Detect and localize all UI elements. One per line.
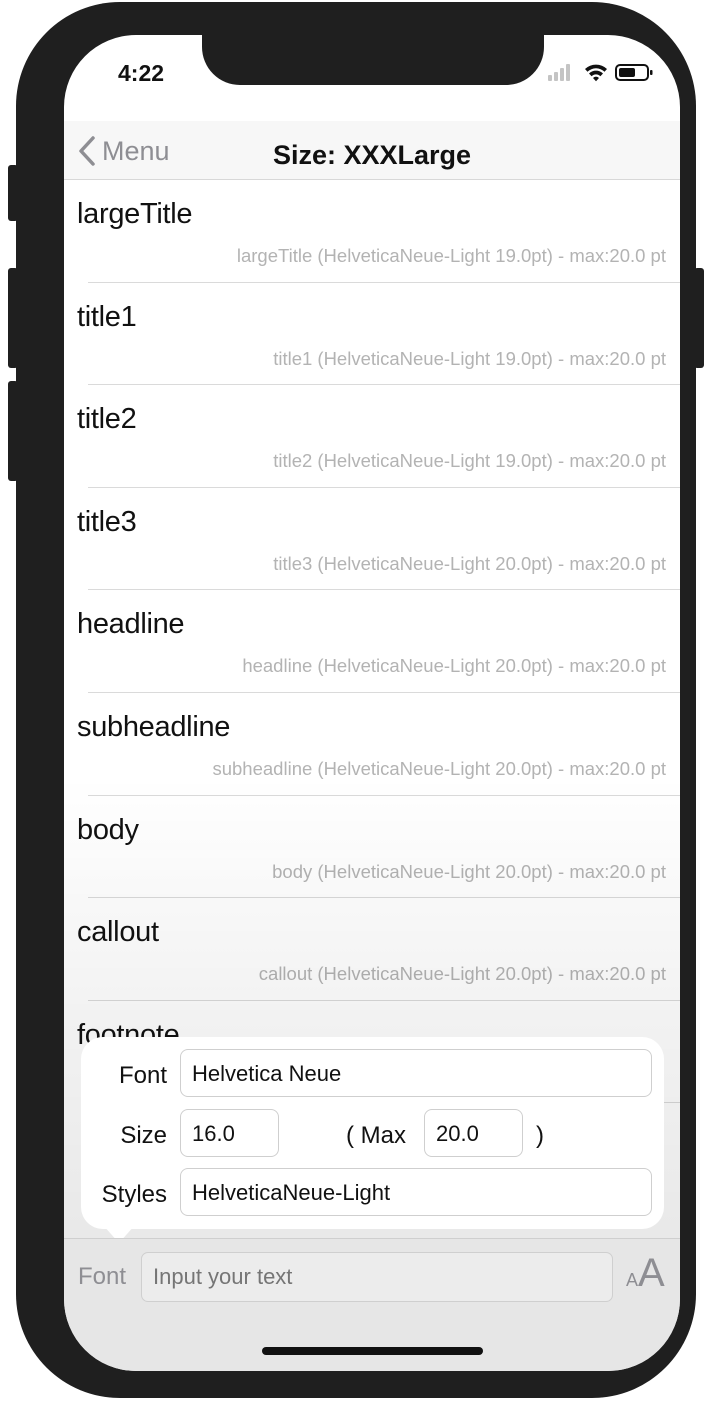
row-detail: largeTitle (HelveticaNeue-Light 19.0pt) … (236, 245, 666, 266)
screen: 4:22 Menu Size: XXXLarge largeTitle larg… (64, 35, 680, 1371)
row-title: title1 (77, 300, 137, 333)
row-detail: headline (HelveticaNeue-Light 20.0pt) - … (242, 655, 666, 677)
font-toolbar-button[interactable]: Font (78, 1263, 126, 1291)
row-title: headline (77, 608, 185, 641)
row-detail: title1 (HelveticaNeue-Light 19.0pt) - ma… (273, 347, 666, 369)
font-name-field[interactable]: Helvetica Neue (180, 1049, 652, 1097)
text-size-small-icon: A (626, 1270, 639, 1290)
list-item-title2[interactable]: title2 title2 (HelveticaNeue-Light 19.0p… (77, 385, 680, 488)
list-item-title3[interactable]: title3 title3 (HelveticaNeue-Light 20.0p… (77, 488, 680, 591)
navigation-bar: Menu Size: XXXLarge (64, 121, 680, 180)
row-detail: subheadline (HelveticaNeue-Light 20.0pt)… (212, 757, 666, 779)
list-item-headline[interactable]: headline headline (HelveticaNeue-Light 2… (77, 590, 680, 693)
font-label: Font (118, 1062, 167, 1089)
size-field[interactable]: 16.0 (180, 1109, 279, 1157)
font-style-list: largeTitle largeTitle (HelveticaNeue-Lig… (64, 180, 680, 1104)
list-item-largetitle[interactable]: largeTitle largeTitle (HelveticaNeue-Lig… (77, 180, 680, 283)
size-label: Size (120, 1122, 167, 1149)
text-input[interactable] (141, 1252, 613, 1302)
styles-label: Styles (101, 1181, 167, 1208)
list-item-title1[interactable]: title1 title1 (HelveticaNeue-Light 19.0p… (77, 283, 680, 386)
max-close-label: ) (536, 1122, 544, 1149)
row-title: title3 (77, 505, 137, 538)
phone-frame: 4:22 Menu Size: XXXLarge largeTitle larg… (16, 2, 696, 1398)
text-size-large-icon: A (638, 1251, 665, 1295)
row-title: body (77, 813, 139, 846)
row-detail: title2 (HelveticaNeue-Light 19.0pt) - ma… (273, 450, 666, 472)
notch (202, 35, 544, 85)
text-size-button[interactable]: AA (626, 1251, 665, 1296)
page-title: Size: XXXLarge (272, 140, 472, 170)
row-detail: body (HelveticaNeue-Light 20.0pt) - max:… (272, 860, 666, 882)
row-title: largeTitle (77, 198, 193, 230)
row-detail: callout (HelveticaNeue-Light 20.0pt) - m… (258, 963, 666, 985)
max-open-label: ( Max (346, 1122, 406, 1149)
row-title: title2 (77, 403, 137, 436)
list-item-body[interactable]: body body (HelveticaNeue-Light 20.0pt) -… (77, 796, 680, 899)
row-title: subheadline (77, 710, 231, 743)
status-time: 4:22 (118, 60, 165, 86)
row-detail: title3 (HelveticaNeue-Light 20.0pt) - ma… (273, 552, 666, 574)
font-settings-popover: Font Helvetica Neue Size 16.0 ( Max 20.0… (81, 1037, 664, 1243)
battery-icon (615, 64, 653, 81)
status-icons (548, 61, 658, 83)
home-indicator[interactable] (262, 1347, 483, 1355)
list-item-callout[interactable]: callout callout (HelveticaNeue-Light 20.… (77, 898, 680, 1001)
max-size-field[interactable]: 20.0 (424, 1109, 523, 1157)
signal-icon (548, 64, 570, 81)
row-title: callout (77, 916, 159, 949)
styles-field[interactable]: HelveticaNeue-Light (180, 1168, 652, 1216)
wifi-icon (585, 64, 607, 82)
list-item-subheadline[interactable]: subheadline subheadline (HelveticaNeue-L… (77, 693, 680, 796)
